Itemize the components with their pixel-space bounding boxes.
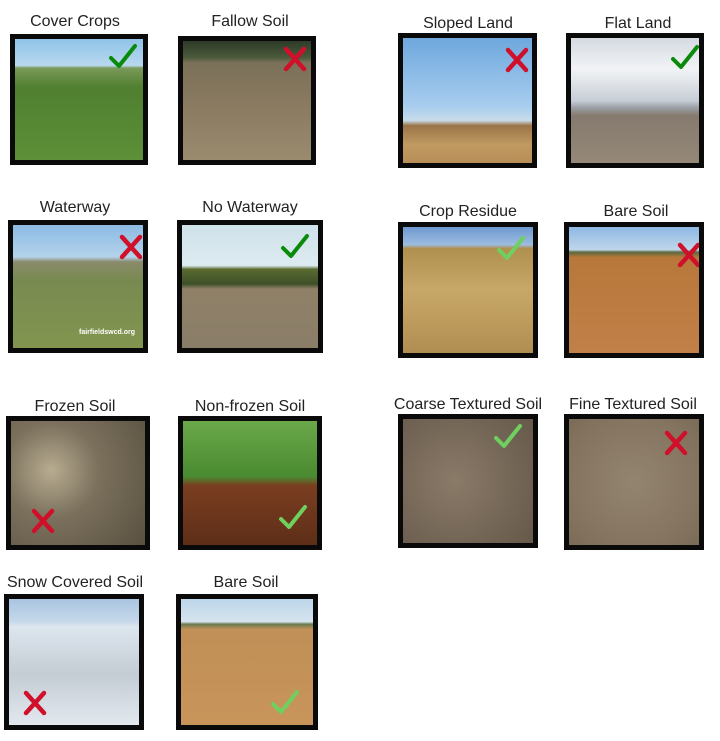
photo-frozen-soil bbox=[6, 416, 150, 550]
photo-snow-covered-soil bbox=[4, 594, 144, 730]
x-mark-icon bbox=[31, 508, 55, 534]
x-mark-icon bbox=[664, 430, 688, 456]
card-label: Flat Land bbox=[604, 15, 672, 32]
photo-crop-residue bbox=[398, 222, 538, 358]
card-label: Cover Crops bbox=[30, 13, 120, 30]
photo-bare-soil bbox=[176, 594, 318, 730]
photo-coarse-textured-soil bbox=[398, 414, 538, 548]
check-mark-icon bbox=[671, 45, 699, 69]
photo-waterway: fairfieldswcd.org bbox=[8, 220, 148, 353]
card-label: Sloped Land bbox=[423, 15, 513, 32]
watermark: fairfieldswcd.org bbox=[78, 329, 135, 336]
check-mark-icon bbox=[279, 505, 307, 529]
x-mark-icon bbox=[119, 234, 143, 260]
card-label: Bare Soil bbox=[213, 574, 279, 591]
check-mark-icon bbox=[109, 44, 137, 68]
card-label: Frozen Soil bbox=[34, 398, 116, 415]
check-mark-icon bbox=[497, 236, 525, 260]
check-mark-icon bbox=[271, 690, 299, 714]
photo-non-frozen-soil bbox=[178, 416, 322, 550]
card-label: Snow Covered Soil bbox=[6, 574, 144, 591]
photo-bare-soil bbox=[564, 222, 704, 358]
photo-sloped-land bbox=[398, 33, 537, 168]
card-label: Crop Residue bbox=[419, 203, 517, 220]
card-label: Fallow Soil bbox=[211, 13, 289, 30]
photo-fallow-soil bbox=[178, 36, 316, 165]
photo-flat-land bbox=[566, 33, 704, 168]
x-mark-icon bbox=[677, 242, 699, 268]
card-label: Coarse Textured Soil bbox=[393, 396, 543, 413]
card-label: Fine Textured Soil bbox=[569, 396, 697, 413]
card-label: No Waterway bbox=[202, 199, 298, 216]
photo-fine-textured-soil bbox=[564, 414, 704, 550]
x-mark-icon bbox=[23, 690, 47, 716]
x-mark-icon bbox=[283, 46, 307, 72]
photo-cover-crops bbox=[10, 34, 148, 165]
card-label: Bare Soil bbox=[603, 203, 669, 220]
check-mark-icon bbox=[281, 234, 309, 258]
photo-no-waterway bbox=[177, 220, 323, 353]
card-label: Waterway bbox=[39, 199, 111, 216]
x-mark-icon bbox=[505, 47, 529, 73]
card-label: Non-frozen Soil bbox=[194, 398, 306, 415]
check-mark-icon bbox=[494, 424, 522, 448]
